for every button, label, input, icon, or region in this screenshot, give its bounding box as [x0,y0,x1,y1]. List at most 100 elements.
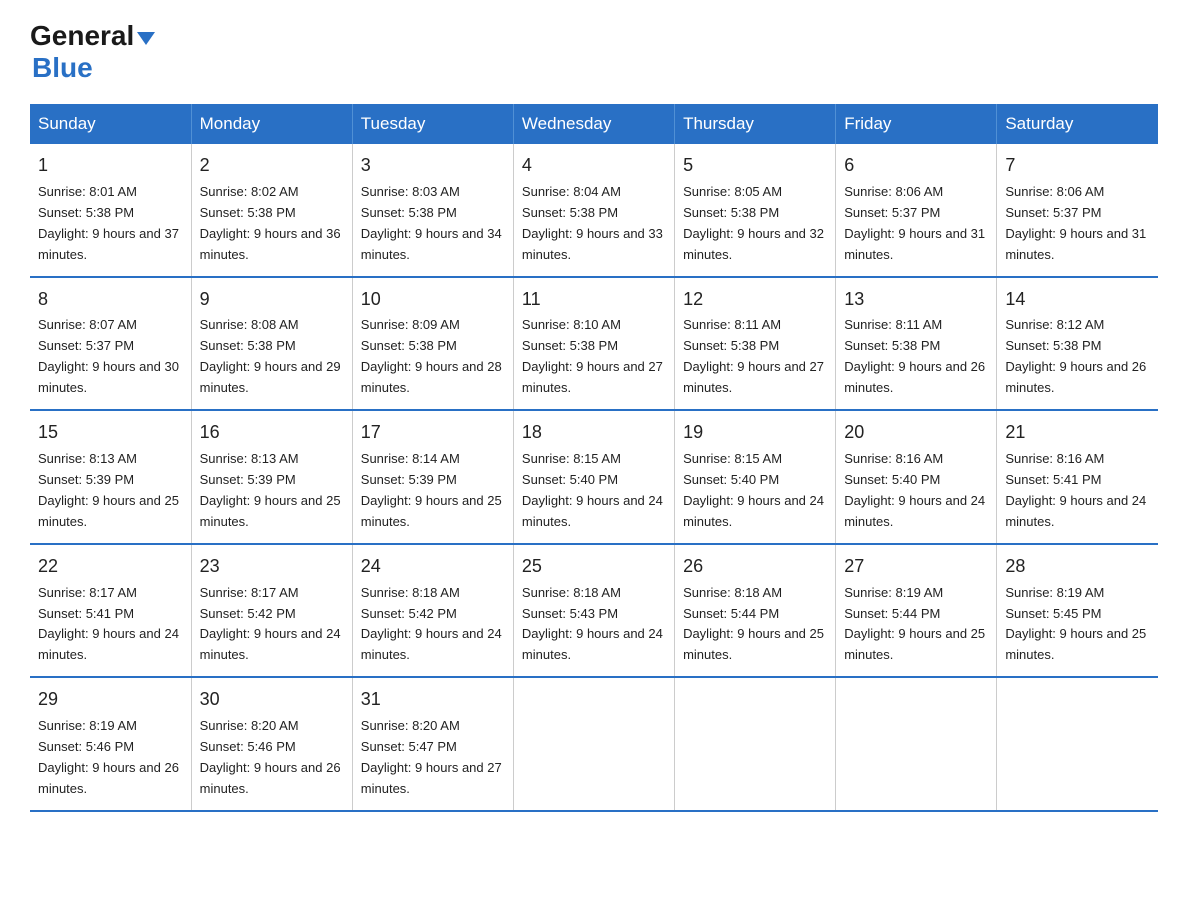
calendar-week-5: 29 Sunrise: 8:19 AMSunset: 5:46 PMDayligh… [30,677,1158,811]
calendar-cell: 14Sunrise: 8:12 AMSunset: 5:38 PMDayligh… [997,277,1158,411]
calendar-week-2: 8 Sunrise: 8:07 AMSunset: 5:37 PMDaylight… [30,277,1158,411]
day-info: Sunrise: 8:11 AMSunset: 5:38 PMDaylight:… [844,317,985,395]
day-number: 19 [683,419,827,447]
day-number: 24 [361,553,505,581]
calendar-cell: 17Sunrise: 8:14 AMSunset: 5:39 PMDayligh… [352,410,513,544]
calendar-cell: 1Sunrise: 8:01 AMSunset: 5:38 PMDaylight… [30,144,191,277]
day-info: Sunrise: 8:19 AMSunset: 5:46 PMDaylight:… [38,718,179,796]
day-number: 28 [1005,553,1150,581]
calendar-cell: 20 Sunrise: 8:16 AMSunset: 5:40 PMDayligh… [836,410,997,544]
day-number: 7 [1005,152,1150,180]
day-number: 22 [38,553,183,581]
day-number: 9 [200,286,344,314]
day-number: 12 [683,286,827,314]
calendar-cell: 12 Sunrise: 8:11 AMSunset: 5:38 PMDayligh… [675,277,836,411]
calendar-cell: 28 Sunrise: 8:19 AMSunset: 5:45 PMDayligh… [997,544,1158,678]
header-friday: Friday [836,104,997,144]
logo-triangle-icon [137,32,155,45]
calendar-cell: 24 Sunrise: 8:18 AMSunset: 5:42 PMDayligh… [352,544,513,678]
day-number: 11 [522,286,666,314]
day-info: Sunrise: 8:07 AMSunset: 5:37 PMDaylight:… [38,317,179,395]
day-number: 27 [844,553,988,581]
day-number: 5 [683,152,827,180]
header-thursday: Thursday [675,104,836,144]
day-number: 26 [683,553,827,581]
header-saturday: Saturday [997,104,1158,144]
day-number: 14 [1005,286,1150,314]
day-number: 20 [844,419,988,447]
calendar-cell: 7 Sunrise: 8:06 AMSunset: 5:37 PMDaylight… [997,144,1158,277]
day-info: Sunrise: 8:16 AMSunset: 5:40 PMDaylight:… [844,451,985,529]
day-number: 10 [361,286,505,314]
calendar-week-4: 22 Sunrise: 8:17 AMSunset: 5:41 PMDayligh… [30,544,1158,678]
day-number: 4 [522,152,666,180]
calendar-table: SundayMondayTuesdayWednesdayThursdayFrid… [30,104,1158,812]
header-monday: Monday [191,104,352,144]
calendar-cell: 18Sunrise: 8:15 AMSunset: 5:40 PMDayligh… [513,410,674,544]
day-number: 31 [361,686,505,714]
day-info: Sunrise: 8:01 AMSunset: 5:38 PMDaylight:… [38,184,179,262]
day-info: Sunrise: 8:03 AMSunset: 5:38 PMDaylight:… [361,184,502,262]
day-number: 30 [200,686,344,714]
day-info: Sunrise: 8:17 AMSunset: 5:41 PMDaylight:… [38,585,179,663]
day-info: Sunrise: 8:11 AMSunset: 5:38 PMDaylight:… [683,317,824,395]
calendar-cell: 2 Sunrise: 8:02 AMSunset: 5:38 PMDaylight… [191,144,352,277]
calendar-cell: 16 Sunrise: 8:13 AMSunset: 5:39 PMDayligh… [191,410,352,544]
day-info: Sunrise: 8:16 AMSunset: 5:41 PMDaylight:… [1005,451,1146,529]
calendar-cell [675,677,836,811]
day-info: Sunrise: 8:09 AMSunset: 5:38 PMDaylight:… [361,317,502,395]
day-info: Sunrise: 8:20 AMSunset: 5:46 PMDaylight:… [200,718,341,796]
day-info: Sunrise: 8:05 AMSunset: 5:38 PMDaylight:… [683,184,824,262]
calendar-cell: 11 Sunrise: 8:10 AMSunset: 5:38 PMDayligh… [513,277,674,411]
day-info: Sunrise: 8:13 AMSunset: 5:39 PMDaylight:… [200,451,341,529]
day-number: 6 [844,152,988,180]
calendar-cell: 13 Sunrise: 8:11 AMSunset: 5:38 PMDayligh… [836,277,997,411]
day-number: 18 [522,419,666,447]
header-tuesday: Tuesday [352,104,513,144]
day-info: Sunrise: 8:14 AMSunset: 5:39 PMDaylight:… [361,451,502,529]
day-info: Sunrise: 8:06 AMSunset: 5:37 PMDaylight:… [844,184,985,262]
logo-blue: Blue [32,52,93,83]
day-info: Sunrise: 8:15 AMSunset: 5:40 PMDaylight:… [683,451,824,529]
day-info: Sunrise: 8:18 AMSunset: 5:42 PMDaylight:… [361,585,502,663]
calendar-cell: 6 Sunrise: 8:06 AMSunset: 5:37 PMDaylight… [836,144,997,277]
logo-general: General [30,20,134,52]
calendar-cell: 15 Sunrise: 8:13 AMSunset: 5:39 PMDayligh… [30,410,191,544]
page-header: General Blue [30,20,1158,84]
calendar-week-3: 15 Sunrise: 8:13 AMSunset: 5:39 PMDayligh… [30,410,1158,544]
calendar-cell: 22 Sunrise: 8:17 AMSunset: 5:41 PMDayligh… [30,544,191,678]
day-info: Sunrise: 8:08 AMSunset: 5:38 PMDaylight:… [200,317,341,395]
day-number: 16 [200,419,344,447]
calendar-cell: 26Sunrise: 8:18 AMSunset: 5:44 PMDayligh… [675,544,836,678]
day-number: 8 [38,286,183,314]
calendar-cell: 10 Sunrise: 8:09 AMSunset: 5:38 PMDayligh… [352,277,513,411]
day-info: Sunrise: 8:18 AMSunset: 5:43 PMDaylight:… [522,585,663,663]
day-info: Sunrise: 8:17 AMSunset: 5:42 PMDaylight:… [200,585,341,663]
calendar-cell: 29 Sunrise: 8:19 AMSunset: 5:46 PMDayligh… [30,677,191,811]
calendar-week-1: 1Sunrise: 8:01 AMSunset: 5:38 PMDaylight… [30,144,1158,277]
day-number: 13 [844,286,988,314]
calendar-cell: 8 Sunrise: 8:07 AMSunset: 5:37 PMDaylight… [30,277,191,411]
header-sunday: Sunday [30,104,191,144]
day-number: 29 [38,686,183,714]
day-info: Sunrise: 8:06 AMSunset: 5:37 PMDaylight:… [1005,184,1146,262]
header-wednesday: Wednesday [513,104,674,144]
calendar-cell: 27 Sunrise: 8:19 AMSunset: 5:44 PMDayligh… [836,544,997,678]
calendar-cell: 3 Sunrise: 8:03 AMSunset: 5:38 PMDaylight… [352,144,513,277]
day-info: Sunrise: 8:20 AMSunset: 5:47 PMDaylight:… [361,718,502,796]
calendar-cell [997,677,1158,811]
day-info: Sunrise: 8:02 AMSunset: 5:38 PMDaylight:… [200,184,341,262]
logo: General Blue [30,20,155,84]
day-info: Sunrise: 8:10 AMSunset: 5:38 PMDaylight:… [522,317,663,395]
day-number: 15 [38,419,183,447]
calendar-cell: 5 Sunrise: 8:05 AMSunset: 5:38 PMDaylight… [675,144,836,277]
calendar-cell: 4Sunrise: 8:04 AMSunset: 5:38 PMDaylight… [513,144,674,277]
day-info: Sunrise: 8:19 AMSunset: 5:45 PMDaylight:… [1005,585,1146,663]
day-number: 3 [361,152,505,180]
calendar-cell: 9 Sunrise: 8:08 AMSunset: 5:38 PMDaylight… [191,277,352,411]
day-info: Sunrise: 8:19 AMSunset: 5:44 PMDaylight:… [844,585,985,663]
day-number: 2 [200,152,344,180]
day-info: Sunrise: 8:13 AMSunset: 5:39 PMDaylight:… [38,451,179,529]
day-number: 21 [1005,419,1150,447]
calendar-cell: 23Sunrise: 8:17 AMSunset: 5:42 PMDayligh… [191,544,352,678]
